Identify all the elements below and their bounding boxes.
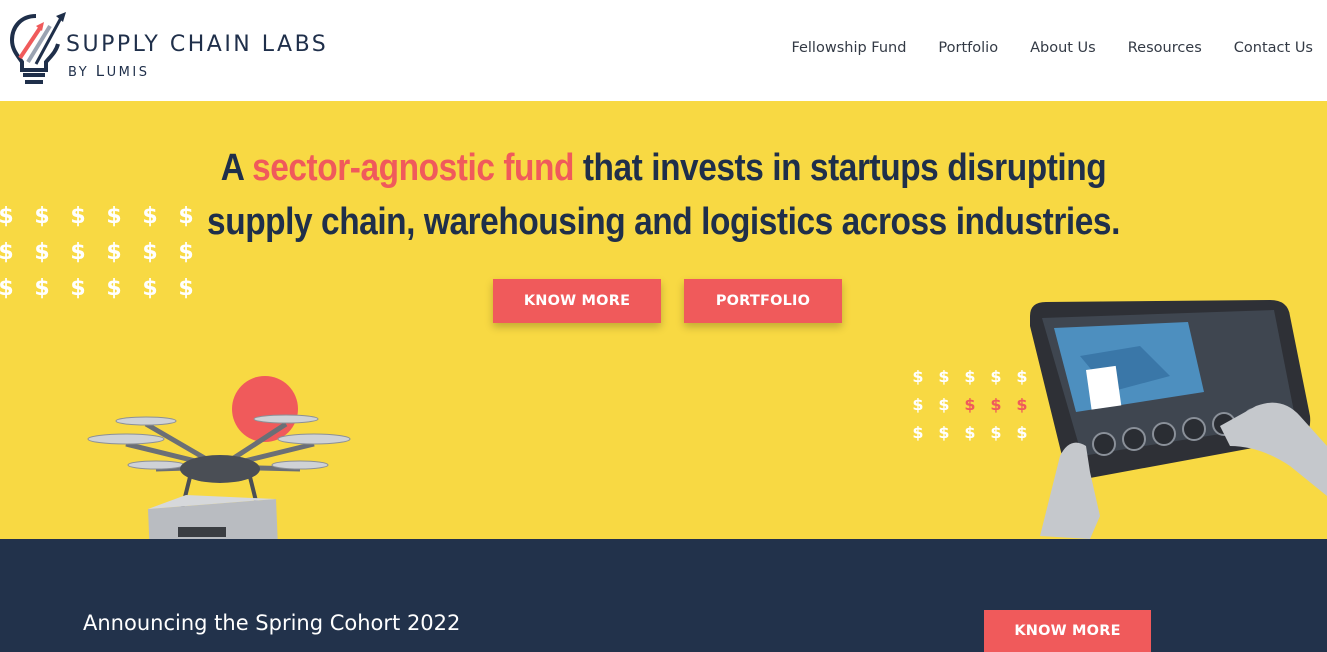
brand-title: SUPPLY CHAIN LABS	[66, 32, 329, 57]
dollar-icon: $	[990, 367, 1002, 386]
dollar-icon: $	[938, 395, 950, 414]
dollar-icon: $	[34, 204, 50, 229]
dollar-icon: $	[912, 423, 924, 442]
dollar-icon: $	[0, 240, 14, 265]
announcement-band: Announcing the Spring Cohort 2022 KNOW M…	[0, 539, 1327, 652]
nav-contact-us[interactable]: Contact Us	[1234, 40, 1313, 56]
dollar-icon: $	[912, 367, 924, 386]
dollar-icon: $	[178, 240, 194, 265]
dollar-icon: $	[106, 276, 122, 301]
headline-rest-1: that invests in startups disrupting	[573, 147, 1107, 189]
dollar-icon: $	[990, 423, 1002, 442]
dollar-icon: $	[142, 240, 158, 265]
dollar-icon: $	[106, 240, 122, 265]
dollar-icon: $	[990, 395, 1002, 414]
brand-subtitle-rest: UMIS	[106, 65, 150, 80]
hero-headline: A sector-agnostic fund that invests in s…	[80, 141, 1248, 249]
hero-section: A sector-agnostic fund that invests in s…	[0, 101, 1327, 539]
dollar-icon: $	[938, 367, 950, 386]
announcement-know-more-button[interactable]: KNOW MORE	[984, 610, 1151, 652]
brand-subtitle-prefix: BY	[68, 65, 96, 80]
dollar-icon: $	[964, 395, 976, 414]
dollar-icon: $	[938, 423, 950, 442]
dollar-icon: $	[0, 276, 14, 301]
dollar-icon: $	[70, 276, 86, 301]
dollar-icon: $	[964, 367, 976, 386]
announcement-text: Announcing the Spring Cohort 2022	[83, 611, 461, 635]
main-nav: Fellowship Fund Portfolio About Us Resou…	[791, 40, 1313, 56]
headline-a: A	[220, 147, 253, 189]
dollar-icon: $	[0, 204, 14, 229]
portfolio-button[interactable]: PORTFOLIO	[684, 279, 842, 323]
dollar-icon: $	[912, 395, 924, 414]
dollar-icon: $	[178, 276, 194, 301]
tablet-dashboard-illustration	[1030, 300, 1327, 539]
dollar-pattern-left: $ $ $ $ $ $ $ $ $ $ $ $ $ $ $ $ $ $	[0, 199, 204, 307]
nav-resources[interactable]: Resources	[1128, 40, 1202, 56]
know-more-button[interactable]: KNOW MORE	[493, 279, 661, 323]
headline-rest-2: supply chain, warehousing and logistics …	[207, 201, 1120, 243]
brand-subtitle-initial: L	[95, 62, 107, 80]
dollar-icon: $	[964, 423, 976, 442]
dollar-icon: $	[142, 276, 158, 301]
dollar-icon: $	[178, 204, 194, 229]
site-header: SUPPLY CHAIN LABS BY LUMIS Fellowship Fu…	[0, 0, 1327, 101]
dollar-icon: $	[142, 204, 158, 229]
nav-about-us[interactable]: About Us	[1030, 40, 1096, 56]
headline-accent: sector-agnostic fund	[252, 147, 574, 189]
dollar-icon: $	[106, 204, 122, 229]
lightbulb-logo-icon	[9, 12, 66, 84]
dollar-icon: $	[34, 240, 50, 265]
dollar-icon: $	[70, 204, 86, 229]
brand-logo[interactable]: SUPPLY CHAIN LABS BY LUMIS	[6, 10, 386, 90]
nav-fellowship-fund[interactable]: Fellowship Fund	[791, 40, 906, 56]
dollar-icon: $	[70, 240, 86, 265]
delivery-drone-illustration	[87, 376, 351, 539]
dollar-pattern-right: $ $ $ $ $ $ $ $ $ $ $ $ $ $ $	[905, 363, 1035, 447]
brand-subtitle: BY LUMIS	[68, 62, 149, 80]
nav-portfolio[interactable]: Portfolio	[938, 40, 998, 56]
dollar-icon: $	[34, 276, 50, 301]
